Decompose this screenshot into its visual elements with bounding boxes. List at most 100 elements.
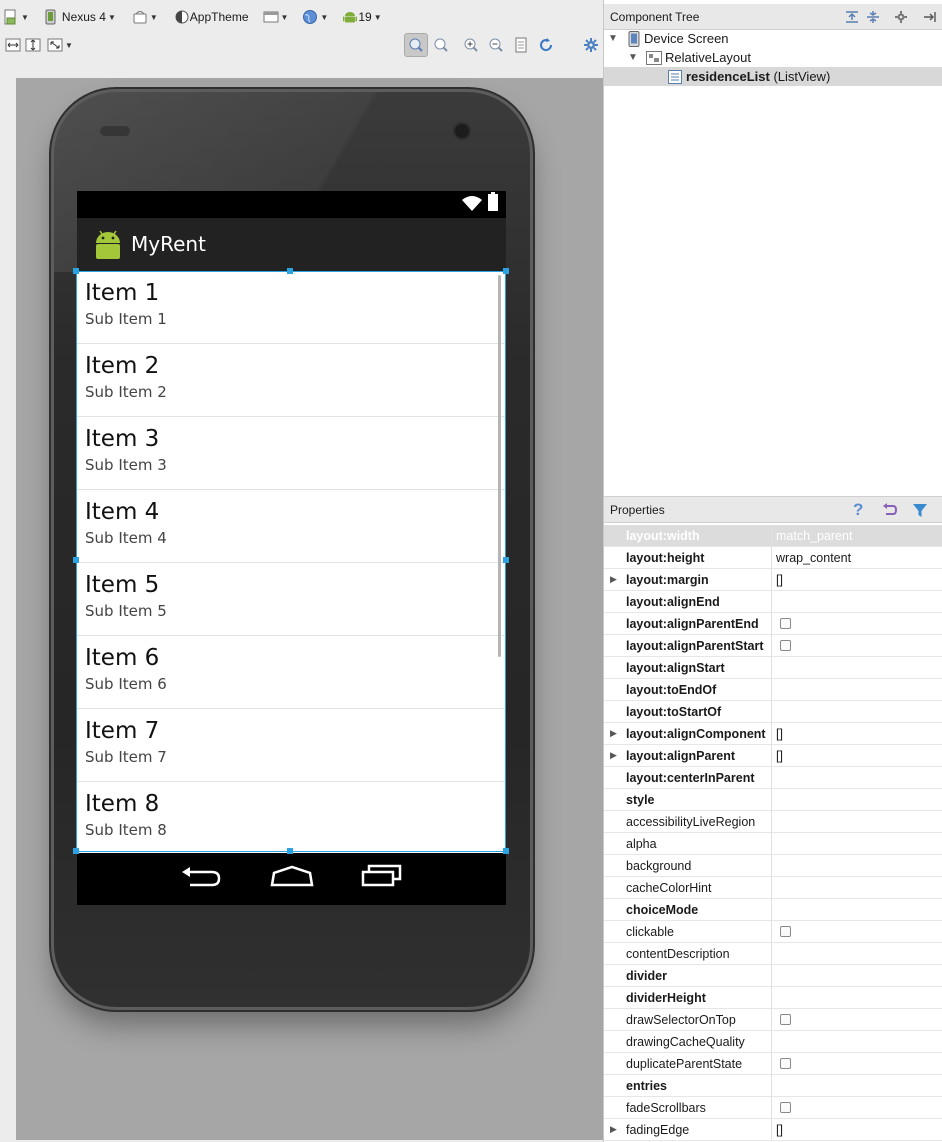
resize-handle[interactable] [287, 268, 293, 274]
property-row[interactable]: drawingCacheQuality [604, 1031, 942, 1053]
property-name: layout:alignComponent [626, 726, 766, 741]
property-row[interactable]: entries [604, 1075, 942, 1097]
property-row[interactable]: cacheColorHint [604, 877, 942, 899]
list-item[interactable]: Item 6 Sub Item 6 [77, 636, 506, 709]
property-row[interactable]: layout:height wrap_content [604, 547, 942, 569]
property-row[interactable]: layout:width match_parent [604, 525, 942, 547]
resize-handle[interactable] [73, 268, 79, 274]
new-layout-button[interactable]: ▼ [0, 6, 32, 28]
property-value[interactable]: match_parent [776, 529, 852, 543]
tree-node-relative-layout[interactable]: ▼ RelativeLayout [628, 48, 751, 67]
residence-list[interactable]: Item 1 Sub Item 1 Item 2 Sub Item 2 Item 3 Su… [77, 271, 506, 853]
expand-triangle-icon[interactable]: ▶ [610, 728, 617, 739]
property-row[interactable]: divider [604, 965, 942, 987]
zoom-in-button[interactable] [460, 34, 482, 56]
resize-handle[interactable] [287, 848, 293, 854]
expand-all-icon[interactable] [844, 9, 860, 25]
expand-triangle-icon[interactable]: ▶ [610, 1124, 617, 1135]
property-row[interactable]: style [604, 789, 942, 811]
property-value[interactable]: [] [776, 1123, 783, 1137]
device-selector[interactable]: Nexus 4 ▼ [40, 6, 119, 28]
property-row[interactable]: duplicateParentState [604, 1053, 942, 1075]
property-row[interactable]: accessibilityLiveRegion [604, 811, 942, 833]
settings-button[interactable] [580, 34, 602, 56]
list-item[interactable]: Item 1 Sub Item 1 [77, 271, 506, 344]
property-name: style [626, 792, 655, 807]
property-row[interactable]: layout:centerInParent [604, 767, 942, 789]
column-divider [771, 1097, 772, 1119]
property-value[interactable]: wrap_content [776, 551, 851, 565]
property-row[interactable]: ▶ layout:margin [] [604, 569, 942, 591]
back-icon[interactable] [180, 866, 222, 888]
property-row[interactable]: fadeScrollbars [604, 1097, 942, 1119]
expand-triangle-icon[interactable]: ▶ [610, 574, 617, 585]
property-row[interactable]: ▶ layout:alignParent [] [604, 745, 942, 767]
property-row[interactable]: clickable [604, 921, 942, 943]
layout-actions-button[interactable]: ▼ [44, 34, 76, 56]
property-row[interactable]: layout:alignParentEnd [604, 613, 942, 635]
help-icon[interactable]: ? [853, 500, 863, 520]
list-scrollbar[interactable] [498, 275, 501, 657]
list-item[interactable]: Item 3 Sub Item 3 [77, 417, 506, 490]
tree-node-device-screen[interactable]: ▼ Device Screen [608, 29, 729, 48]
property-value[interactable]: [] [776, 573, 783, 587]
property-row[interactable]: background [604, 855, 942, 877]
tree-node-type: (ListView) [769, 69, 831, 84]
property-value[interactable]: [] [776, 749, 783, 763]
list-item[interactable]: Item 5 Sub Item 5 [77, 563, 506, 636]
property-checkbox[interactable] [780, 1058, 791, 1069]
property-value[interactable]: [] [776, 727, 783, 741]
home-icon[interactable] [270, 865, 314, 887]
fit-height-button[interactable] [22, 34, 44, 56]
zoom-out-button[interactable] [485, 34, 507, 56]
tree-node-residence-list[interactable]: residenceList (ListView) [604, 67, 942, 86]
list-item[interactable]: Item 7 Sub Item 7 [77, 709, 506, 782]
property-checkbox[interactable] [780, 1014, 791, 1025]
gear-icon[interactable] [894, 9, 910, 25]
expand-vertical-icon [25, 38, 41, 52]
list-item[interactable]: Item 4 Sub Item 4 [77, 490, 506, 563]
zoom-actual-button[interactable] [430, 34, 452, 56]
filter-icon[interactable] [912, 503, 928, 519]
collapse-all-icon[interactable] [865, 9, 881, 25]
property-checkbox[interactable] [780, 640, 791, 651]
resize-handle[interactable] [503, 268, 509, 274]
property-row[interactable]: ▶ fadingEdge [] [604, 1119, 942, 1141]
property-row[interactable]: ▶ layout:alignComponent [] [604, 723, 942, 745]
screenshot-button[interactable] [510, 34, 532, 56]
orientation-button[interactable]: ▼ [129, 6, 161, 28]
resize-handle[interactable] [73, 848, 79, 854]
restore-default-icon[interactable] [882, 503, 898, 519]
property-row[interactable]: layout:alignStart [604, 657, 942, 679]
locale-selector[interactable]: ▼ [299, 6, 331, 28]
api-level-selector[interactable]: 19 ▼ [339, 6, 384, 28]
expand-triangle-icon[interactable]: ▶ [610, 750, 617, 761]
resize-handle[interactable] [503, 557, 509, 563]
property-row[interactable]: contentDescription [604, 943, 942, 965]
zoom-to-fit-button[interactable] [404, 33, 428, 57]
property-row[interactable]: dividerHeight [604, 987, 942, 1009]
list-item[interactable]: Item 2 Sub Item 2 [77, 344, 506, 417]
list-item-subtitle: Sub Item 1 [85, 310, 167, 328]
property-checkbox[interactable] [780, 1102, 791, 1113]
property-row[interactable]: layout:alignEnd [604, 591, 942, 613]
property-row[interactable]: choiceMode [604, 899, 942, 921]
list-item[interactable]: Item 8 Sub Item 8 [77, 782, 506, 853]
list-view-icon [668, 69, 682, 84]
recents-icon[interactable] [361, 863, 403, 887]
fit-width-button[interactable] [2, 34, 24, 56]
property-checkbox[interactable] [780, 926, 791, 937]
property-row[interactable]: layout:toEndOf [604, 679, 942, 701]
property-row[interactable]: alpha [604, 833, 942, 855]
theme-selector[interactable]: AppTheme [171, 6, 252, 28]
layout-file-icon [4, 9, 16, 25]
hide-panel-icon[interactable] [922, 9, 938, 25]
property-row[interactable]: drawSelectorOnTop [604, 1009, 942, 1031]
resize-handle[interactable] [73, 557, 79, 563]
refresh-button[interactable] [535, 34, 557, 56]
property-checkbox[interactable] [780, 618, 791, 629]
property-row[interactable]: layout:toStartOf [604, 701, 942, 723]
activity-selector[interactable]: ▼ [260, 6, 292, 28]
property-row[interactable]: layout:alignParentStart [604, 635, 942, 657]
resize-handle[interactable] [503, 848, 509, 854]
